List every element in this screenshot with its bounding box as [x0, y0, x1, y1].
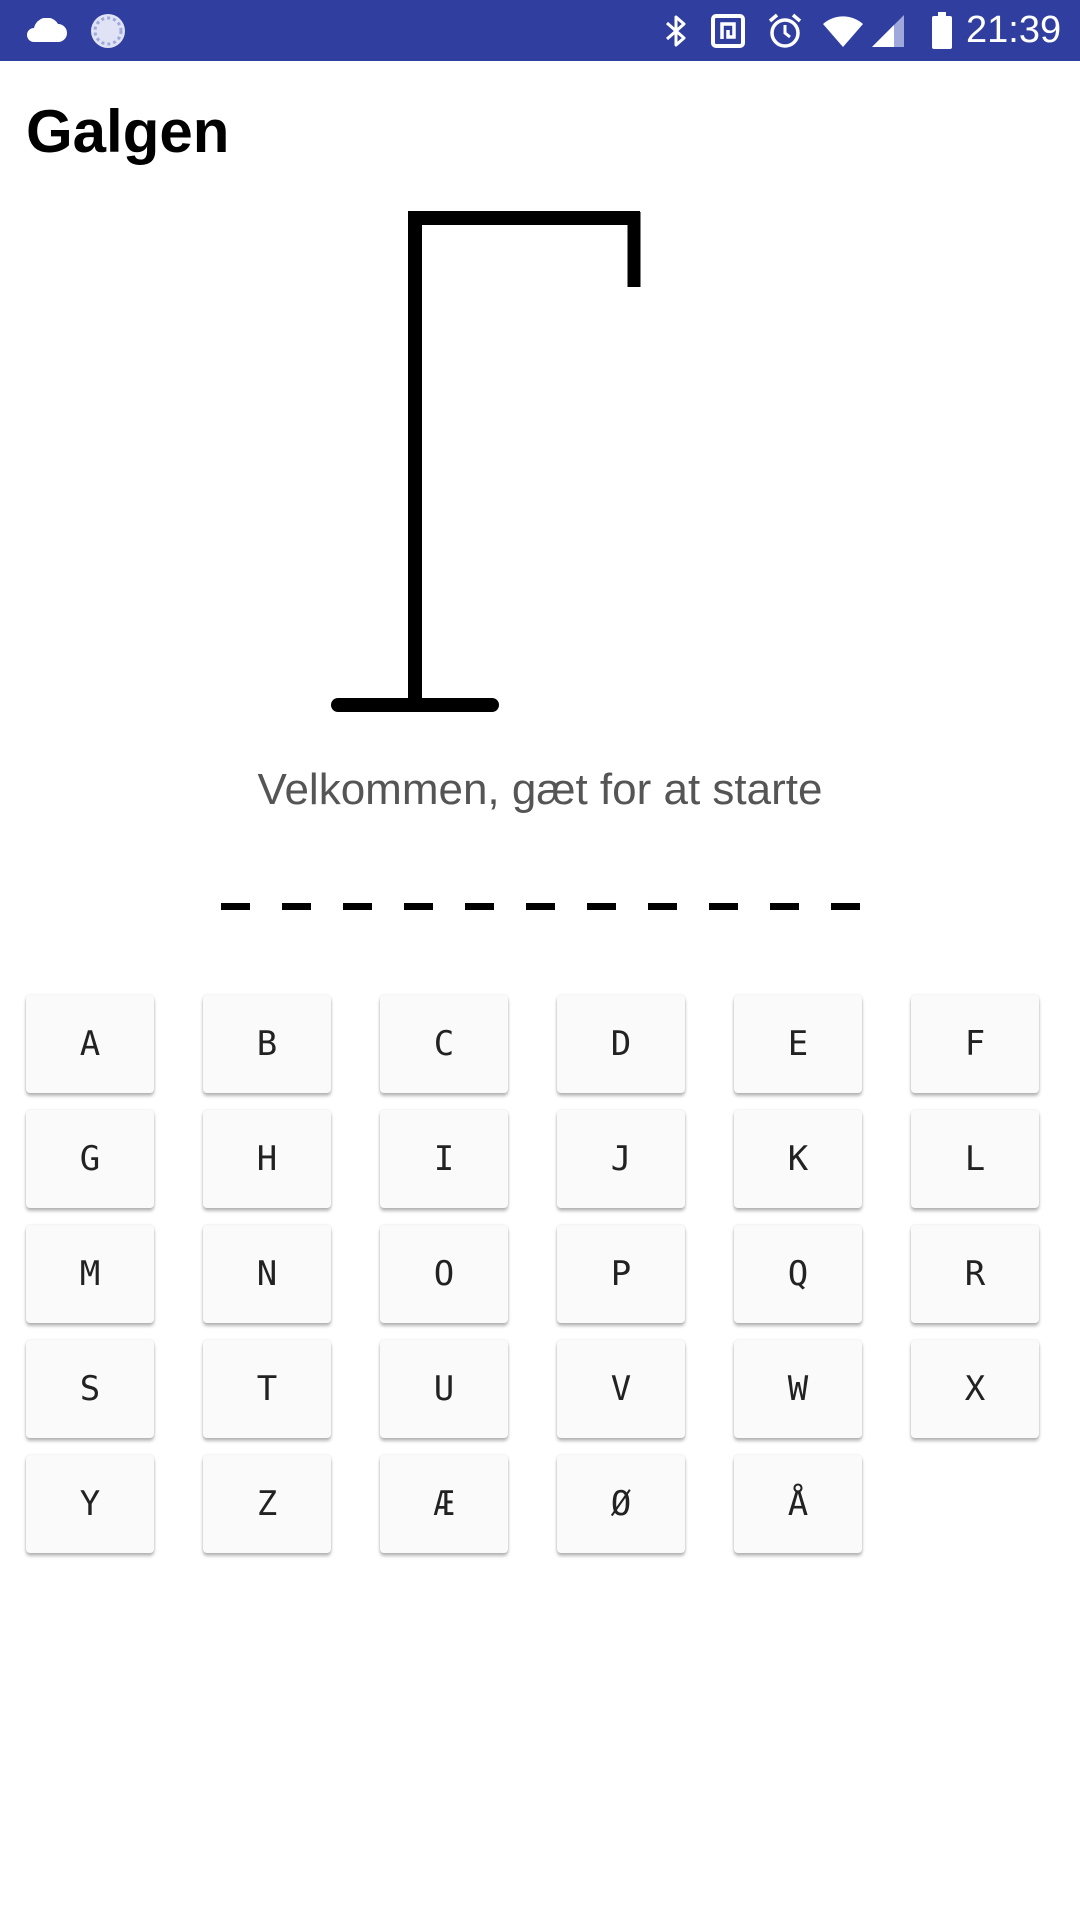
letter-key-button[interactable]: I [380, 1110, 508, 1208]
wifi-icon [818, 0, 868, 61]
letter-key-button[interactable]: E [734, 995, 862, 1093]
cell-signal-icon [868, 0, 908, 61]
page-title: Galgen [26, 98, 230, 165]
letter-key-button[interactable]: Q [734, 1225, 862, 1323]
letter-key-button[interactable]: P [557, 1225, 685, 1323]
letter-key-button[interactable]: T [203, 1340, 331, 1438]
sync-icon [86, 0, 130, 61]
letter-key-button[interactable]: H [203, 1110, 331, 1208]
letter-key-button[interactable]: L [911, 1110, 1039, 1208]
word-letter-slot [525, 866, 556, 914]
letter-key-button[interactable]: C [380, 995, 508, 1093]
nfc-icon [706, 0, 750, 61]
letter-key-button[interactable]: G [26, 1110, 154, 1208]
word-letter-slot [769, 866, 800, 914]
bluetooth-icon [658, 0, 694, 61]
status-bar: 21:39 [0, 0, 1080, 61]
word-letter-slot [220, 866, 251, 914]
word-letter-slot [708, 866, 739, 914]
letter-key-button[interactable]: K [734, 1110, 862, 1208]
word-letter-slot [647, 866, 678, 914]
word-letter-slot [586, 866, 617, 914]
gallows-image [331, 211, 641, 712]
letter-key-button[interactable]: Æ [380, 1455, 508, 1553]
word-letter-slot [281, 866, 312, 914]
letter-key-button[interactable]: W [734, 1340, 862, 1438]
letter-key-button[interactable]: Å [734, 1455, 862, 1553]
word-letter-slot [830, 866, 861, 914]
letter-key-button[interactable]: U [380, 1340, 508, 1438]
letter-key-button[interactable]: Y [26, 1455, 154, 1553]
word-letter-slot [464, 866, 495, 914]
letter-key-button[interactable]: V [557, 1340, 685, 1438]
letter-key-button[interactable]: Ø [557, 1455, 685, 1553]
alarm-icon [762, 0, 808, 61]
letter-key-button[interactable]: J [557, 1110, 685, 1208]
letter-key-button[interactable]: D [557, 995, 685, 1093]
letter-key-button[interactable]: O [380, 1225, 508, 1323]
letter-key-button[interactable]: M [26, 1225, 154, 1323]
letter-key-button[interactable]: X [911, 1340, 1039, 1438]
word-display [0, 866, 1080, 914]
letter-key-button[interactable]: F [911, 995, 1039, 1093]
letter-key-button[interactable]: S [26, 1340, 154, 1438]
letter-key-button[interactable]: A [26, 995, 154, 1093]
status-time: 21:39 [966, 9, 1062, 51]
cloud-icon [22, 0, 70, 61]
letter-key-button[interactable]: Z [203, 1455, 331, 1553]
battery-icon [926, 0, 958, 61]
letter-key-button[interactable]: N [203, 1225, 331, 1323]
word-letter-slot [403, 866, 434, 914]
game-message: Velkommen, gæt for at starte [257, 765, 823, 814]
letter-key-button[interactable]: R [911, 1225, 1039, 1323]
word-letter-slot [342, 866, 373, 914]
letter-key-button[interactable]: B [203, 995, 331, 1093]
